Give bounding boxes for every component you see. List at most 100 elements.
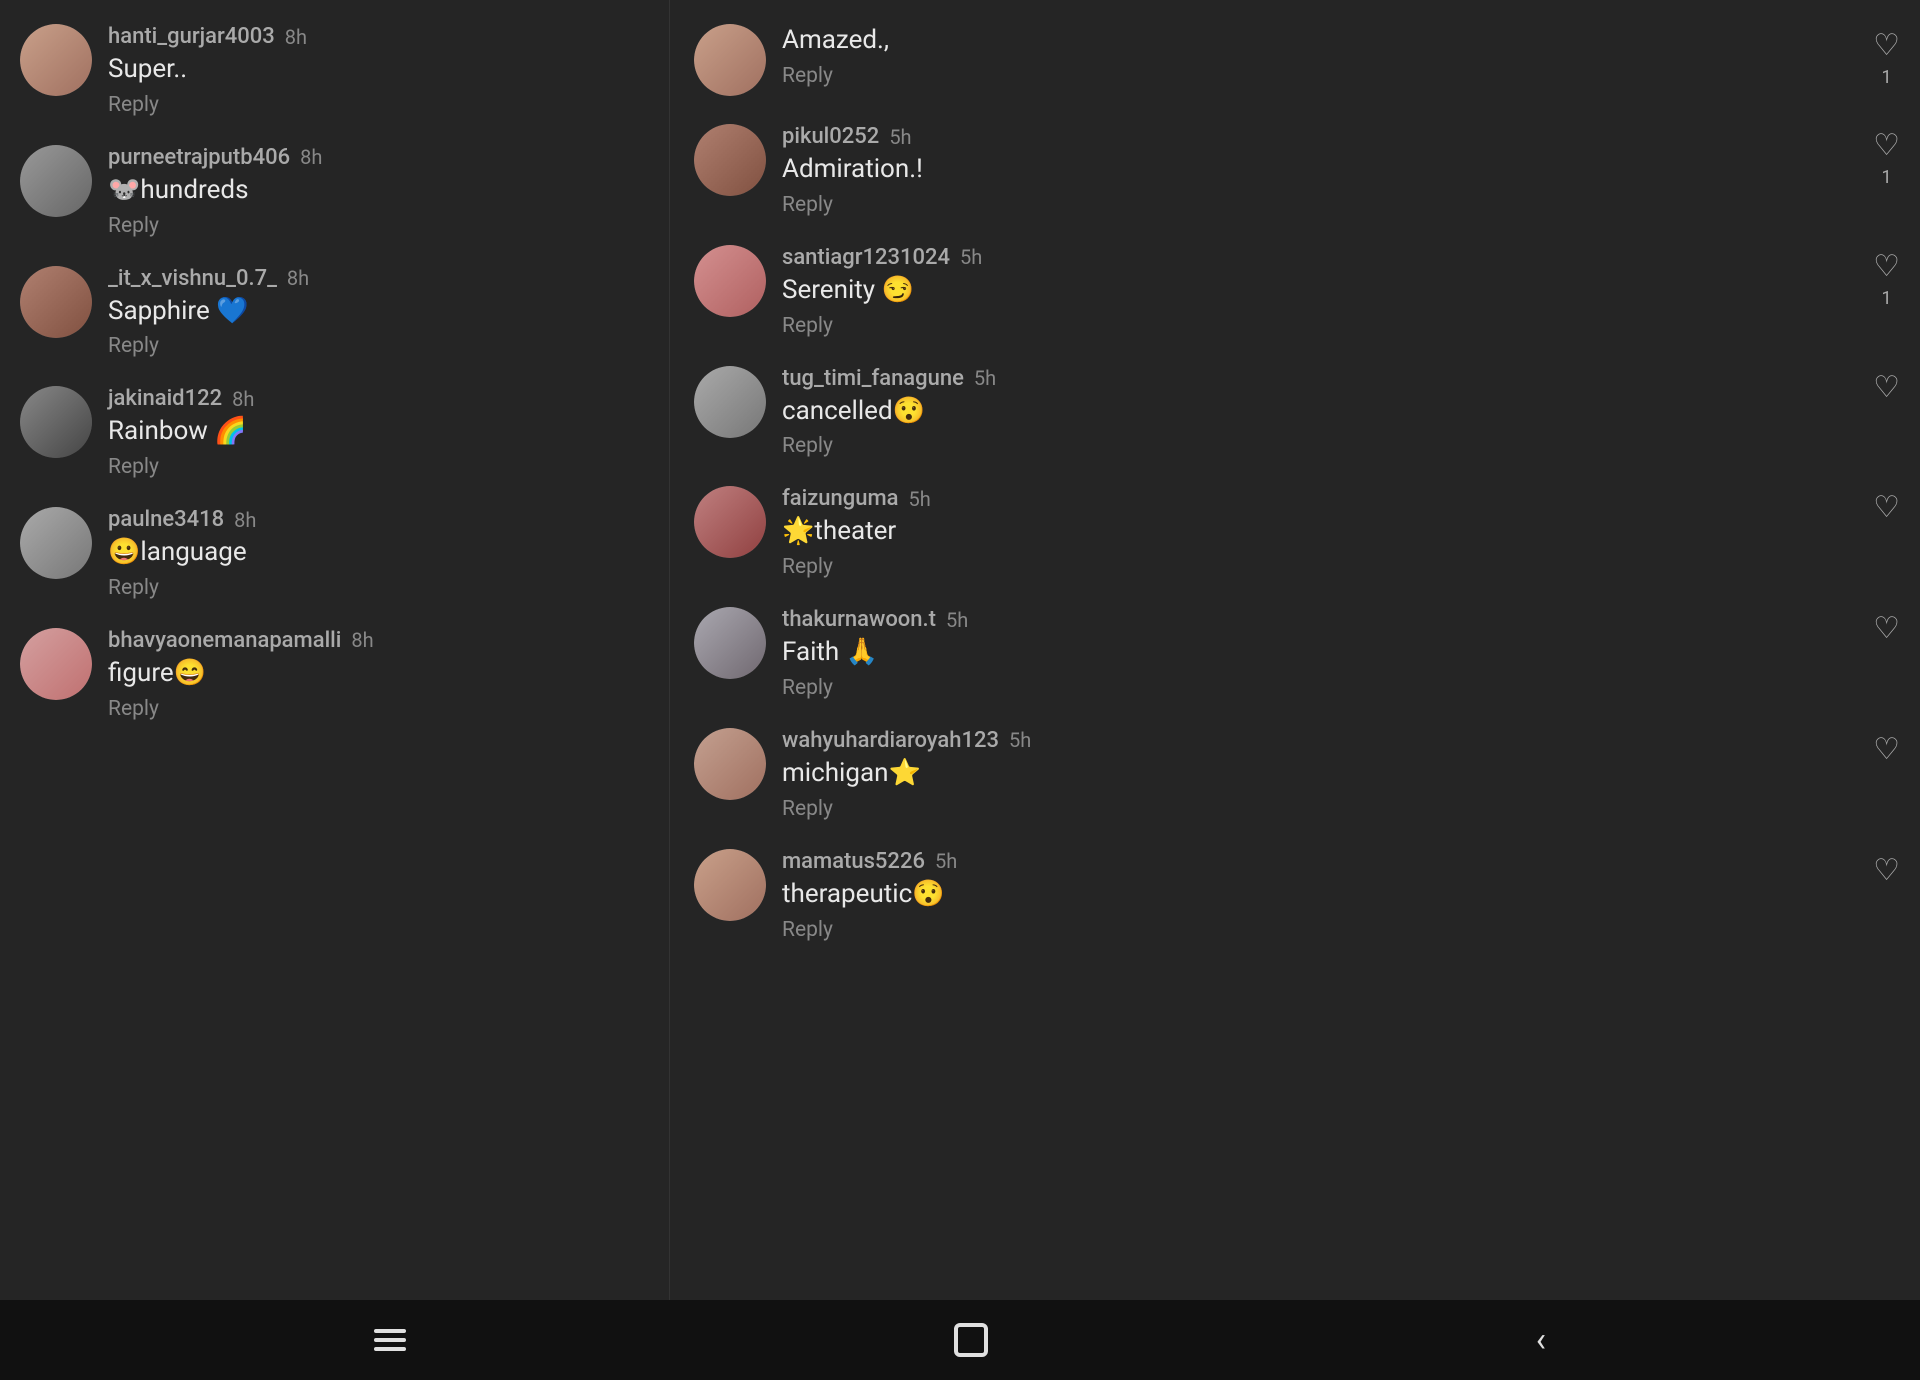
comment-text: Faith 🙏 [782,636,1896,670]
comment-body: pikul0252 5h Admiration.! Reply [782,124,1896,217]
comment-body: Amazed., Reply [782,24,1896,88]
heart-icon: ♡ [1873,490,1900,525]
like-button[interactable]: ♡ [1873,611,1900,646]
username: wahyuhardiaroyah123 [782,728,999,753]
reply-button[interactable]: Reply [108,93,649,117]
reply-button[interactable]: Reply [108,214,649,238]
like-button[interactable]: ♡ 1 [1873,128,1900,188]
avatar [694,607,766,679]
like-button[interactable]: ♡ 1 [1873,28,1900,88]
comment-header: wahyuhardiaroyah123 5h [782,728,1896,753]
home-button[interactable] [954,1323,988,1357]
reply-button[interactable]: Reply [782,193,1896,217]
reply-button[interactable]: Reply [782,64,1896,88]
comment-header: _it_x_vishnu_0.7_ 8h [108,266,649,291]
comment-body: jakinaid122 8h Rainbow 🌈 Reply [108,386,649,479]
comment-item: Amazed., Reply ♡ 1 [670,10,1920,110]
comment-time: 8h [287,266,309,290]
reply-button[interactable]: Reply [782,555,1896,579]
avatar [694,24,766,96]
right-comments-panel: Amazed., Reply ♡ 1 pikul0252 5h Admirati… [670,0,1920,1300]
username: faizunguma [782,486,899,511]
reply-button[interactable]: Reply [108,697,649,721]
recents-button[interactable] [374,1329,406,1351]
comment-header: tug_timi_fanagune 5h [782,366,1896,391]
comment-body: faizunguma 5h 🌟theater Reply [782,486,1896,579]
comment-text: 😀language [108,536,649,570]
heart-icon: ♡ [1873,128,1900,163]
comment-time: 8h [300,145,322,169]
username: bhavyaonemanapamalli [108,628,341,653]
comment-item: hanti_gurjar4003 8h Super.. Reply [0,10,669,131]
heart-icon: ♡ [1873,370,1900,405]
avatar [20,145,92,217]
avatar [694,124,766,196]
comment-time: 8h [285,25,307,49]
comment-body: _it_x_vishnu_0.7_ 8h Sapphire 💙 Reply [108,266,649,359]
like-button[interactable]: ♡ [1873,490,1900,525]
comment-time: 8h [232,387,254,411]
reply-button[interactable]: Reply [108,576,649,600]
comment-time: 5h [946,608,968,632]
comment-time: 8h [351,628,373,652]
comment-header: mamatus5226 5h [782,849,1896,874]
comment-body: bhavyaonemanapamalli 8h figure😄 Reply [108,628,649,721]
comment-text: Amazed., [782,24,1896,58]
like-button[interactable]: ♡ [1873,853,1900,888]
comment-text: 🐭hundreds [108,174,649,208]
comment-time: 5h [974,366,996,390]
like-button[interactable]: ♡ [1873,732,1900,767]
comment-time: 5h [935,849,957,873]
reply-button[interactable]: Reply [782,676,1896,700]
username: _it_x_vishnu_0.7_ [108,266,277,291]
reply-button[interactable]: Reply [108,334,649,358]
back-button[interactable]: ‹ [1536,1320,1546,1360]
nav-bar: ‹ [0,1300,1920,1380]
username: tug_timi_fanagune [782,366,964,391]
reply-button[interactable]: Reply [782,434,1896,458]
comment-time: 5h [1009,728,1031,752]
comment-text: Rainbow 🌈 [108,415,649,449]
reply-button[interactable]: Reply [782,314,1896,338]
heart-icon: ♡ [1873,853,1900,888]
comment-text: Admiration.! [782,153,1896,187]
reply-button[interactable]: Reply [108,455,649,479]
avatar [694,486,766,558]
username: santiagr1231024 [782,245,950,270]
avatar [20,24,92,96]
comment-item: purneetrajputb406 8h 🐭hundreds Reply [0,131,669,252]
reply-button[interactable]: Reply [782,918,1896,942]
comment-header: santiagr1231024 5h [782,245,1896,270]
comment-item: jakinaid122 8h Rainbow 🌈 Reply [0,372,669,493]
heart-icon: ♡ [1873,249,1900,284]
like-count: 1 [1881,67,1891,88]
comment-body: santiagr1231024 5h Serenity 😏 Reply [782,245,1896,338]
comment-body: paulne3418 8h 😀language Reply [108,507,649,600]
username: thakurnawoon.t [782,607,936,632]
reply-button[interactable]: Reply [782,797,1896,821]
comment-item: tug_timi_fanagune 5h cancelled😯 Reply ♡ [670,352,1920,473]
comment-header: paulne3418 8h [108,507,649,532]
avatar [20,628,92,700]
like-count: 1 [1881,288,1891,309]
username: mamatus5226 [782,849,925,874]
comment-header: hanti_gurjar4003 8h [108,24,649,49]
comment-item: santiagr1231024 5h Serenity 😏 Reply ♡ 1 [670,231,1920,352]
comment-header: bhavyaonemanapamalli 8h [108,628,649,653]
username: jakinaid122 [108,386,222,411]
comment-body: thakurnawoon.t 5h Faith 🙏 Reply [782,607,1896,700]
comment-time: 5h [909,487,931,511]
comment-text: Serenity 😏 [782,274,1896,308]
like-button[interactable]: ♡ 1 [1873,249,1900,309]
comment-header: pikul0252 5h [782,124,1896,149]
avatar [694,366,766,438]
comment-item: faizunguma 5h 🌟theater Reply ♡ [670,472,1920,593]
avatar [20,386,92,458]
comment-time: 8h [234,508,256,532]
comment-body: mamatus5226 5h therapeutic😯 Reply [782,849,1896,942]
like-button[interactable]: ♡ [1873,370,1900,405]
comment-text: Sapphire 💙 [108,295,649,329]
comment-body: hanti_gurjar4003 8h Super.. Reply [108,24,649,117]
comment-text: cancelled😯 [782,395,1896,429]
like-count: 1 [1881,167,1891,188]
